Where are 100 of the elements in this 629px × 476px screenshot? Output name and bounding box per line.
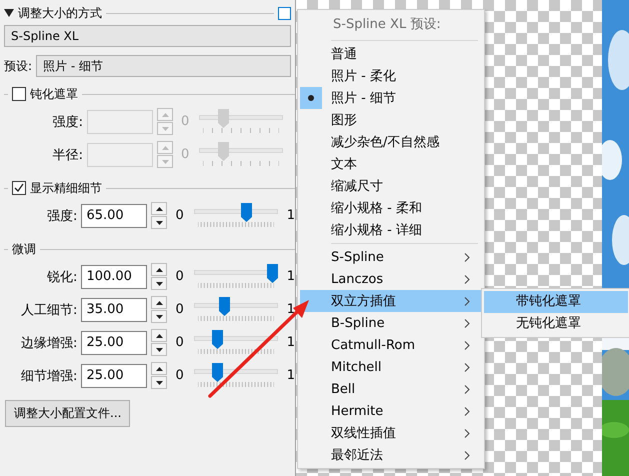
chevron-right-icon [464,340,470,350]
chevron-right-icon [464,318,470,328]
value-field[interactable]: 35.00 [81,298,148,322]
slider-thumb[interactable] [266,264,278,282]
triangle-down-icon [156,314,163,318]
section-title: 调整大小的方式 [18,4,102,22]
profile-button[interactable]: 调整大小配置文件... [5,400,130,427]
field-label: 强度: [52,114,83,130]
group-title: 显示精细细节 [30,180,102,196]
menu-item[interactable]: 无钝化遮罩 [484,313,628,335]
menu-item[interactable]: 普通 [300,43,482,65]
triangle-down-icon [156,282,163,286]
chevron-right-icon [464,362,470,372]
triangle-up-icon [156,206,163,210]
menu-item[interactable]: 最邻近法 [300,444,482,466]
menu-item[interactable]: 照片 - 细节 [300,87,482,109]
spin-down-button[interactable] [151,277,168,290]
value-field[interactable]: 100.00 [81,264,148,288]
min-label: 0 [175,335,184,350]
small-button[interactable] [278,6,291,20]
menu-item[interactable]: 照片 - 柔化 [300,65,482,87]
menu-item[interactable]: 图形 [300,109,482,131]
spin-up-button[interactable] [151,329,168,342]
field-label: 锐化: [46,268,78,286]
triangle-down-icon [162,126,168,130]
field-label: 边缘增强: [20,334,78,352]
max-label: 1 [286,368,295,383]
slider-thumb[interactable] [212,330,223,348]
menu-item[interactable]: Bell [300,378,482,400]
chevron-right-icon [464,384,470,394]
preset-dropdown[interactable]: 照片 - 细节 [36,55,291,77]
spin-up-button[interactable] [151,263,168,276]
menu-header: S-Spline XL 预设: [332,16,442,34]
collapse-icon[interactable] [4,8,14,18]
max-label: 1 [286,302,295,317]
value-field[interactable]: 25.00 [81,330,148,354]
triangle-up-icon [156,334,163,338]
max-label: 1 [286,269,295,284]
group-title: 钝化遮罩 [30,86,78,102]
field-label: 人工细节: [20,302,78,318]
triangle-down-icon [156,220,163,224]
field-label: 强度: [46,208,78,224]
slider[interactable] [194,328,278,356]
menu-item[interactable]: 缩小规格 - 柔和 [300,197,482,219]
slider-thumb[interactable] [212,362,223,382]
menu-item[interactable]: 双立方插值 [300,290,482,312]
min-label: 0 [175,208,184,223]
value-field[interactable]: 25.00 [81,364,148,388]
menu-item[interactable]: B-Spline [300,312,482,334]
chevron-right-icon [464,450,470,460]
min-label: 0 [175,368,184,383]
spin-up-button[interactable] [151,296,168,309]
menu-item[interactable]: 减少杂色/不自然感 [300,131,482,153]
triangle-up-icon [162,146,168,150]
min-label: 0 [181,147,190,162]
preset-label: 预设: [4,58,32,74]
menu-item[interactable]: 带钝化遮罩 [484,291,628,313]
triangle-up-icon [156,300,163,304]
slider[interactable] [194,262,278,290]
chevron-right-icon [464,274,470,284]
chevron-right-icon [464,296,470,306]
checkbox[interactable] [12,87,26,101]
checkbox[interactable] [12,181,26,195]
triangle-up-icon [156,366,163,370]
menu-item[interactable]: 文本 [300,153,482,175]
menu-item[interactable]: 缩小规格 - 详细 [300,219,482,241]
spin-down-button[interactable] [151,216,168,229]
menu-item[interactable]: 双线性插值 [300,422,482,444]
slider-thumb[interactable] [241,202,252,222]
menu-item[interactable]: 缩减尺寸 [300,175,482,197]
min-label: 0 [175,269,184,284]
menu-item[interactable]: Hermite [300,400,482,422]
triangle-up-icon [162,112,168,116]
chevron-right-icon [464,252,470,262]
max-label: 1 [286,208,295,223]
spin-down-button[interactable] [151,376,168,389]
group-title: 微调 [12,240,36,258]
slider[interactable] [194,202,278,230]
triangle-up-icon [156,268,163,272]
triangle-down-icon [156,348,163,352]
field-label: 半径: [52,146,83,164]
slider[interactable] [194,362,278,390]
value-field[interactable]: 65.00 [81,204,148,228]
method-dropdown[interactable]: S-Spline XL [4,25,291,47]
menu-item[interactable]: Lanczos [300,268,482,290]
chevron-right-icon [464,406,470,416]
slider-thumb[interactable] [219,296,230,316]
menu-item[interactable]: Mitchell [300,356,482,378]
min-label: 0 [175,302,184,317]
slider[interactable] [199,140,284,168]
spin-down-button[interactable] [151,310,168,323]
field-label: 细节增强: [20,368,78,384]
spin-down-button[interactable] [151,343,168,356]
slider[interactable] [199,108,284,136]
menu-item[interactable]: Catmull-Rom [300,334,482,356]
slider[interactable] [194,296,278,324]
triangle-down-icon [156,380,163,384]
menu-item[interactable]: S-Spline [300,246,482,268]
spin-up-button[interactable] [151,202,168,215]
spin-up-button[interactable] [151,362,168,375]
